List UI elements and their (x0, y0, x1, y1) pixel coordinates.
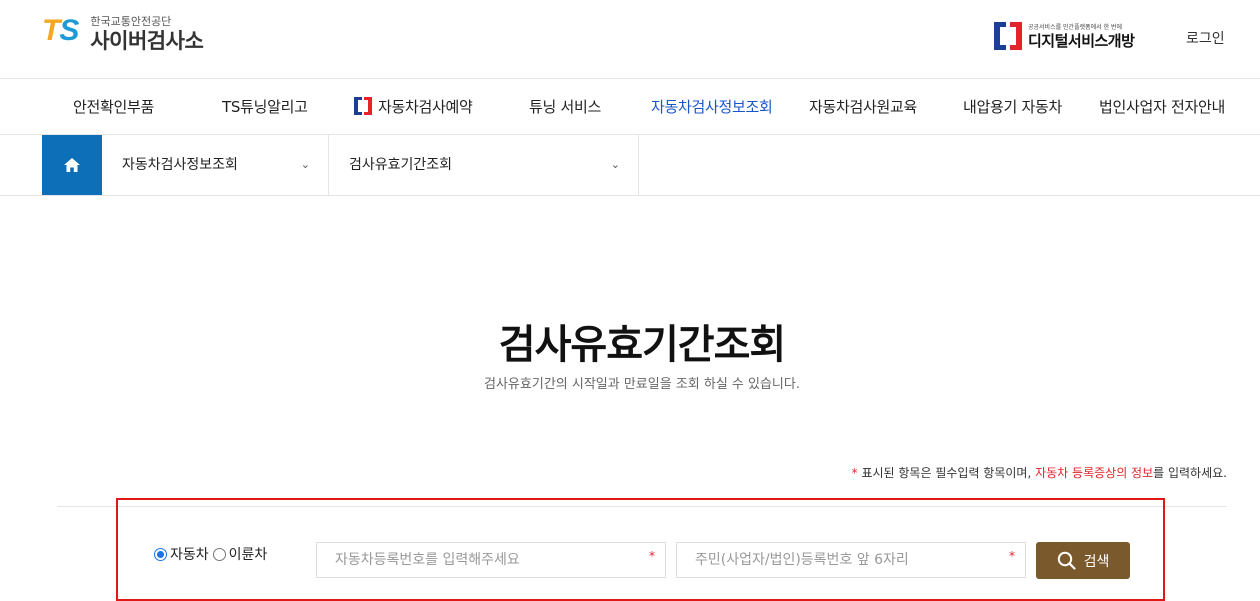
radio-car-label[interactable]: 자동차 (170, 544, 209, 564)
nav-item-inspector-education[interactable]: 자동차검사원교육 (809, 79, 917, 135)
reg-number-field: * (316, 542, 666, 578)
home-icon (64, 158, 80, 172)
radio-motorcycle-label[interactable]: 이륜차 (229, 544, 268, 564)
required-note: * 표시된 항목은 필수입력 항목이며, 자동차 등록증상의 정보를 입력하세요… (851, 466, 1227, 480)
radio-car[interactable] (154, 547, 167, 561)
digital-service-icon (994, 22, 1022, 50)
breadcrumb: 자동차검사정보조회 ⌄ 검사유효기간조회 ⌄ (0, 135, 1260, 196)
breadcrumb-level2-dropdown[interactable]: 검사유효기간조회 ⌄ (329, 135, 639, 195)
nav-item-tuning-service[interactable]: 튜닝 서비스 (529, 79, 601, 135)
nav-item-ts-tuning[interactable]: TS튜닝알리고 (222, 79, 308, 135)
nav-item-corporate-notice[interactable]: 법인사업자 전자안내 (1099, 79, 1225, 135)
reg-number-input[interactable] (317, 543, 665, 577)
chevron-down-icon: ⌄ (610, 158, 620, 171)
org-name: 한국교통안전공단 (90, 15, 172, 28)
required-mark: * (1009, 549, 1015, 563)
ts-logo[interactable]: TS 한국교통안전공단 사이버검사소 (42, 14, 204, 54)
vehicle-type-radio-group: 자동차 이륜차 (154, 544, 271, 564)
login-link[interactable]: 로그인 (1186, 28, 1225, 48)
site-name: 사이버검사소 (90, 29, 204, 53)
digital-service-text: 공공서비스를 민간플랫폼에서 한 번에 디지털서비스개방 (1028, 23, 1135, 50)
nav-item-pressure-vessel[interactable]: 내압용기 자동차 (963, 79, 1062, 135)
page-description: 검사유효기간의 시작일과 만료일을 조회 하실 수 있습니다. (484, 377, 800, 392)
home-button[interactable] (42, 135, 102, 195)
radio-motorcycle[interactable] (212, 547, 226, 561)
nav-item-safety-parts[interactable]: 안전확인부품 (73, 79, 154, 135)
nav-item-inspection-reservation[interactable]: 자동차검사예약 (354, 79, 473, 135)
digital-service-logo[interactable]: 공공서비스를 민간플랫폼에서 한 번에 디지털서비스개방 (994, 22, 1135, 50)
header: TS 한국교통안전공단 사이버검사소 공공서비스를 민간플랫폼에서 한 번에 디… (0, 0, 1260, 79)
search-button[interactable]: 검색 (1036, 542, 1130, 579)
main-nav: 안전확인부품 TS튜닝알리고 자동차검사예약 튜닝 서비스 자동차검사정보조회 … (0, 79, 1260, 135)
search-icon (1057, 551, 1076, 570)
nav-item-inspection-info[interactable]: 자동차검사정보조회 (651, 79, 773, 135)
required-mark: * (649, 549, 655, 563)
id-number-field: * (676, 542, 1026, 578)
ts-logo-mark: TS (42, 14, 79, 47)
id-number-input[interactable] (677, 543, 1025, 577)
reservation-icon (354, 97, 372, 115)
chevron-down-icon: ⌄ (300, 158, 310, 171)
logo-text: 한국교통안전공단 사이버검사소 (90, 16, 203, 54)
breadcrumb-level1-dropdown[interactable]: 자동차검사정보조회 ⌄ (102, 135, 329, 195)
page-title: 검사유효기간조회 (498, 322, 786, 368)
